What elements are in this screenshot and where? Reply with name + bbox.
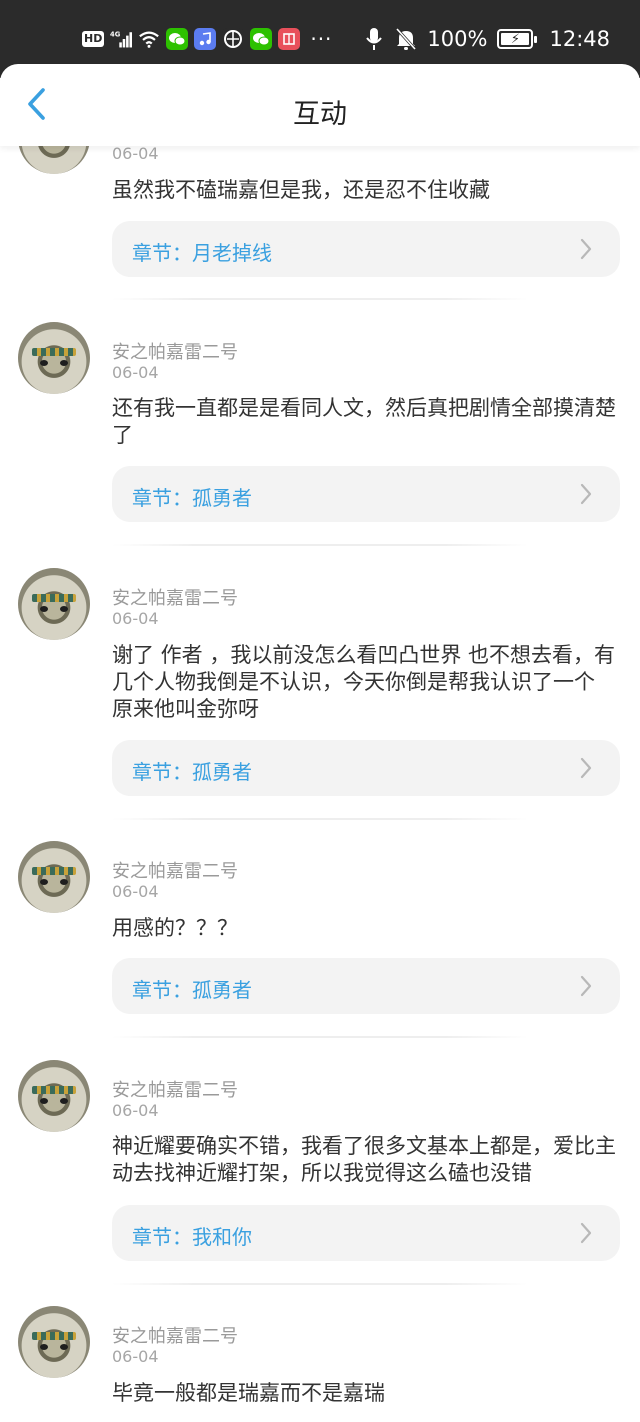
comment-author: 安之帕嘉雷二号	[112, 588, 238, 609]
comment-text: 毕竟一般都是瑞嘉而不是嘉瑞	[112, 1381, 385, 1405]
comment-feed[interactable]: 06-04 虽然我不磕瑞嘉但是我，还是忍不住收藏 章节：月老掉线 安之帕嘉雷二号…	[0, 146, 640, 1422]
comment-date: 06-04	[112, 1347, 159, 1366]
hd-icon: HD	[82, 31, 105, 47]
signal-icon: 4G	[110, 28, 133, 50]
divider	[112, 298, 528, 300]
avatar[interactable]	[18, 1060, 90, 1132]
comment-text: 神近耀要确实不错，我看了很多文基本上都是，爱比主动去找神近耀打架，所以我觉得这么…	[112, 1134, 616, 1185]
chevron-right-icon	[580, 757, 592, 779]
chapter-label: 章节：孤勇者	[132, 978, 252, 1002]
clock: 12:48	[549, 27, 610, 51]
divider	[112, 1283, 528, 1285]
comment-text: 虽然我不磕瑞嘉但是我，还是忍不住收藏	[112, 178, 490, 202]
chapter-label: 章节：我和你	[132, 1225, 252, 1249]
comment-author: 安之帕嘉雷二号	[112, 1080, 238, 1101]
chapter-link[interactable]: 章节：孤勇者	[112, 740, 620, 796]
chevron-right-icon	[580, 1222, 592, 1244]
comment-date: 06-04	[112, 609, 159, 628]
status-left-icons: HD 4G ···	[82, 26, 332, 52]
wechat-icon	[166, 28, 189, 50]
wifi-icon	[138, 28, 160, 50]
music-icon	[194, 28, 217, 50]
chevron-right-icon	[580, 483, 592, 505]
comment-text: 还有我一直都是是看同人文，然后真把剧情全部摸清楚了	[112, 396, 616, 447]
comment-text: 谢了 作者 ，我以前没怎么看凹凸世界 也不想去看，有几个人物我倒是不认识，今天你…	[112, 643, 616, 721]
page-title: 互动	[293, 99, 347, 130]
comment-date: 06-04	[112, 1101, 159, 1120]
battery-icon: ⚡	[497, 29, 538, 49]
chapter-label: 章节：孤勇者	[132, 760, 252, 784]
chapter-label: 章节：月老掉线	[132, 241, 272, 265]
chevron-right-icon	[580, 975, 592, 997]
avatar[interactable]	[18, 568, 90, 640]
comment-date: 06-04	[112, 363, 159, 382]
mic-icon	[363, 28, 385, 50]
comment-author: 安之帕嘉雷二号	[112, 342, 238, 363]
svg-text:4G: 4G	[110, 30, 121, 38]
mute-icon	[395, 27, 417, 51]
battery-percent: 100%	[427, 27, 488, 51]
comment-author: 安之帕嘉雷二号	[112, 861, 238, 882]
app-icon	[222, 28, 245, 50]
divider	[112, 818, 528, 820]
chapter-link[interactable]: 章节：我和你	[112, 1205, 620, 1261]
divider	[112, 1036, 528, 1038]
chapter-label: 章节：孤勇者	[132, 486, 252, 510]
avatar[interactable]	[18, 146, 90, 174]
chapter-link[interactable]: 章节：孤勇者	[112, 466, 620, 522]
more-notifications-icon: ···	[310, 27, 333, 51]
status-right-icons: 100% ⚡ 12:48	[363, 24, 610, 54]
avatar[interactable]	[18, 1306, 90, 1378]
book-icon	[278, 28, 301, 50]
wechat-icon	[250, 28, 273, 50]
divider	[112, 544, 528, 546]
comment-author: 安之帕嘉雷二号	[112, 1326, 238, 1347]
chapter-link[interactable]: 章节：孤勇者	[112, 958, 620, 1014]
comment-text: 用感的？？？	[112, 916, 238, 940]
comment-date: 06-04	[112, 882, 159, 901]
avatar[interactable]	[18, 322, 90, 394]
comment-date: 06-04	[112, 146, 159, 163]
chapter-link[interactable]: 章节：月老掉线	[112, 221, 620, 277]
chevron-right-icon	[580, 238, 592, 260]
avatar[interactable]	[18, 841, 90, 913]
app-header: 互动	[0, 64, 640, 146]
